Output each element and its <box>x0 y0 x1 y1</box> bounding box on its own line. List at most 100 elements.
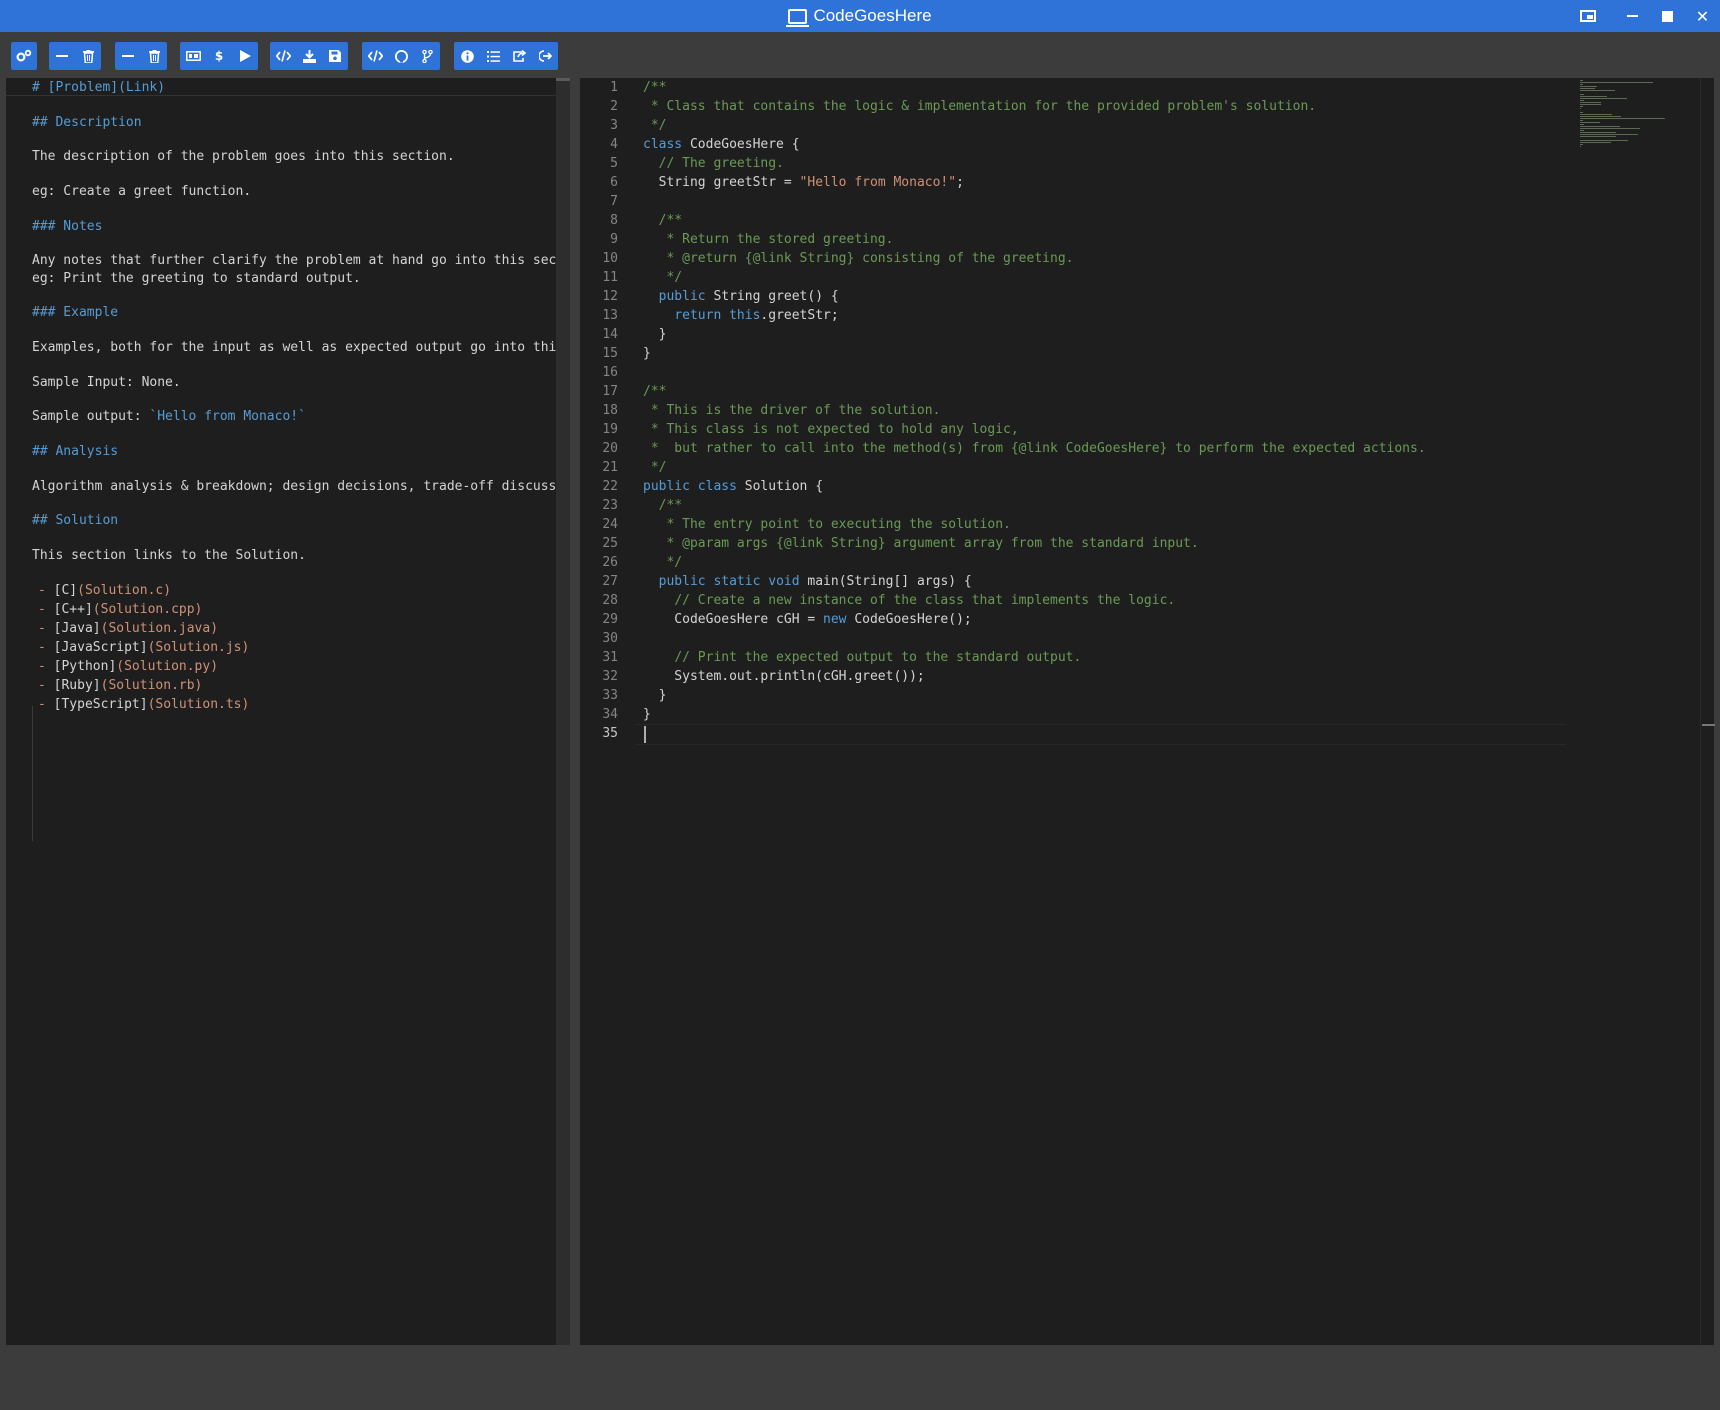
line-number: 13 <box>602 308 618 323</box>
close-button[interactable]: ✕ <box>1685 0 1720 32</box>
code-token: CodeGoesHere { <box>682 137 800 152</box>
code-text: public String greet() { <box>643 287 839 306</box>
code-text: */ <box>643 116 667 135</box>
code-text: System.out.println(cGH.greet()); <box>643 667 924 686</box>
minimap-line <box>1580 146 1581 147</box>
save-button[interactable] <box>322 42 348 70</box>
close-icon: ✕ <box>1695 6 1710 26</box>
embed-code-button[interactable] <box>362 42 388 70</box>
code-token: // Print the expected output to the stan… <box>674 650 1082 665</box>
md-notes-example: eg: Print the greeting to standard outpu… <box>32 271 361 286</box>
line-number: 27 <box>602 574 618 589</box>
minimap-line <box>1580 120 1583 121</box>
code-line: 3 */ <box>580 116 1580 135</box>
minimap-line <box>1580 114 1612 115</box>
md-bullet: - <box>38 621 54 636</box>
minimap[interactable] <box>1580 78 1690 158</box>
code-icon <box>367 50 383 62</box>
md-link-url: (Solution.c) <box>77 583 172 598</box>
code-token: class <box>697 479 737 494</box>
line-number: 31 <box>602 650 618 665</box>
branch-button[interactable] <box>414 42 440 70</box>
md-title-line: # [Problem](Link) <box>32 80 166 95</box>
window-title: CodeGoesHere <box>813 6 932 25</box>
code-token: ; <box>956 175 964 190</box>
download-button[interactable] <box>296 42 322 70</box>
code-token: /** <box>658 498 683 513</box>
code-line: 7 <box>580 192 1580 211</box>
code-token: * @return {@link String} consisting of t… <box>658 251 1074 266</box>
github-button[interactable] <box>388 42 414 70</box>
code-line: 29 CodeGoesHere cGH = new CodeGoesHere()… <box>580 610 1580 629</box>
md-link-item: - [Java](Solution.java) <box>38 619 218 638</box>
picture-in-picture-button[interactable] <box>1570 0 1605 32</box>
line-number: 11 <box>602 270 618 285</box>
pane-splitter[interactable] <box>570 78 580 1345</box>
settings-button[interactable] <box>11 42 37 70</box>
code-token: */ <box>658 555 683 570</box>
markdown-scrollbar[interactable] <box>556 78 570 1345</box>
code-text: // Print the expected output to the stan… <box>643 648 1081 667</box>
md-solution-text: This section links to the Solution. <box>32 548 306 563</box>
md-link-url: (Solution.cpp) <box>92 602 203 617</box>
info-button[interactable] <box>454 42 480 70</box>
code-token: class <box>643 137 683 152</box>
md-heading-solution: ## Solution <box>32 513 119 528</box>
line-number: 18 <box>602 403 618 418</box>
code-editor-scrollbar[interactable] <box>1700 78 1715 1345</box>
markdown-editor[interactable]: # [Problem](Link) ## Description The des… <box>6 78 556 1345</box>
minimap-line <box>1580 140 1628 141</box>
run-button[interactable] <box>232 42 258 70</box>
md-sample-output-label: Sample output: <box>32 409 150 424</box>
scrollbar-thumb[interactable] <box>556 78 570 81</box>
clear-left-pane-button[interactable] <box>75 42 101 70</box>
code-editor[interactable]: 1 /** 2 * Class that contains the logic & … <box>580 78 1714 1345</box>
code-token: String greet() { <box>705 289 839 304</box>
md-bullet: - <box>38 678 54 693</box>
minimap-line <box>1580 82 1653 83</box>
code-token: */ <box>643 118 667 133</box>
exit-button[interactable] <box>532 42 558 70</box>
code-text: * @param args {@link String} argument ar… <box>643 534 1198 553</box>
md-link-url: (Solution.js) <box>147 640 250 655</box>
minimap-line <box>1580 144 1583 145</box>
code-text: * Class that contains the logic & implem… <box>643 97 1316 116</box>
code-line: 15} <box>580 344 1580 363</box>
terminal-button[interactable]: $ <box>206 42 232 70</box>
collapse-icon <box>122 55 134 57</box>
code-line: 8 /** <box>580 211 1580 230</box>
line-number: 34 <box>602 707 618 722</box>
line-number: 22 <box>602 479 618 494</box>
minimap-line <box>1580 90 1615 91</box>
minimize-button[interactable] <box>1615 0 1650 32</box>
input-icon <box>185 51 201 61</box>
collapse-right-pane-button[interactable] <box>115 42 141 70</box>
md-heading-notes: ### Notes <box>32 219 103 234</box>
input-button[interactable] <box>180 42 206 70</box>
clear-right-pane-button[interactable] <box>141 42 167 70</box>
share-button[interactable] <box>506 42 532 70</box>
code-token: "Hello from Monaco!" <box>799 175 957 190</box>
code-token: .greetStr; <box>760 308 839 323</box>
format-code-button[interactable] <box>270 42 296 70</box>
list-button[interactable] <box>480 42 506 70</box>
md-link-item: - [TypeScript](Solution.ts) <box>38 695 249 714</box>
toolbar-group-misc <box>454 42 558 70</box>
app-logo-icon <box>786 8 810 27</box>
line-number: 1 <box>610 80 618 95</box>
code-token: // Create a new instance of the class th… <box>674 593 1176 608</box>
minimap-line <box>1580 108 1581 109</box>
md-bullet: - <box>38 659 54 674</box>
maximize-button[interactable] <box>1650 0 1685 32</box>
md-bullet: - <box>38 602 54 617</box>
code-token: public <box>643 479 690 494</box>
code-text: * This class is not expected to hold any… <box>643 420 1019 439</box>
collapse-left-pane-button[interactable] <box>49 42 75 70</box>
md-link-item: - [C](Solution.c) <box>38 581 171 600</box>
maximize-icon <box>1662 10 1673 22</box>
share-icon <box>512 50 526 62</box>
code-line: 6 String greetStr = "Hello from Monaco!"… <box>580 173 1580 192</box>
